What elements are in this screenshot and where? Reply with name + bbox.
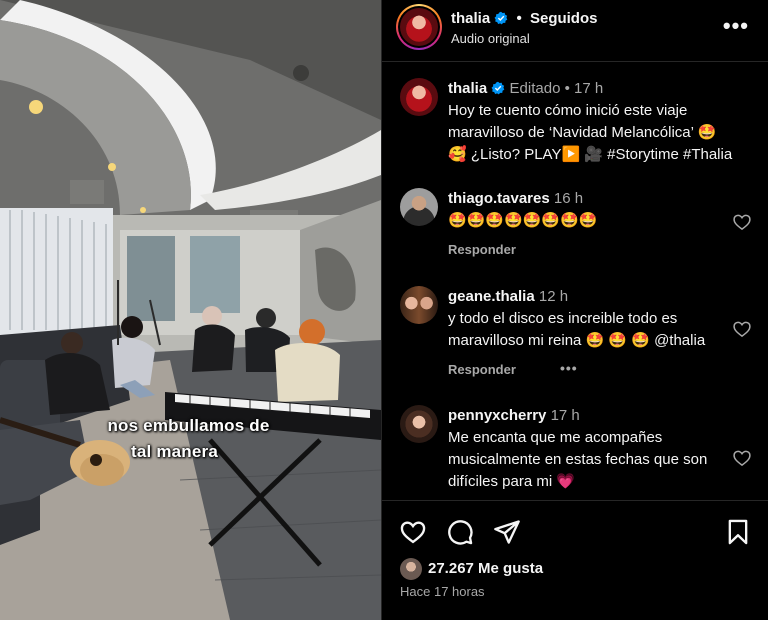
avatar[interactable] — [400, 188, 438, 226]
like-comment-heart-icon[interactable] — [732, 212, 752, 232]
caption-meta: thalia Editado • 17 h — [448, 78, 603, 100]
studio-scene-illustration — [0, 0, 381, 620]
post-video[interactable]: nos embullamos de tal manera — [0, 0, 381, 620]
like-comment-heart-icon[interactable] — [732, 448, 752, 468]
caption-separator: • — [564, 80, 570, 97]
comment-time[interactable]: 16 h — [554, 190, 583, 207]
story-ring[interactable] — [396, 4, 442, 50]
caption-text: Hoy te cuento cómo inició este viaje mar… — [448, 100, 748, 166]
more-options-icon[interactable]: ••• — [723, 15, 749, 37]
header-user-line: thalia • Seguidos — [451, 10, 597, 27]
comment-username[interactable]: geane.thalia — [448, 288, 535, 305]
verified-badge-icon — [494, 11, 508, 25]
comment-time[interactable]: 12 h — [539, 288, 568, 305]
like-heart-icon[interactable] — [399, 518, 427, 546]
share-paper-plane-icon[interactable] — [493, 518, 521, 546]
avatar[interactable] — [400, 78, 438, 116]
action-bar: 27.267 Me gusta Hace 17 horas — [382, 502, 768, 620]
like-comment-heart-icon[interactable] — [732, 319, 752, 339]
post-header: thalia • Seguidos Audio original ••• — [382, 0, 768, 62]
following-button[interactable]: Seguidos — [530, 10, 598, 27]
avatar[interactable] — [400, 286, 438, 324]
caption-line-3: 🥰 ¿Listo? PLAY▶️ 🎥 #Storytime #Thalia — [448, 146, 733, 163]
reply-button[interactable]: Responder — [448, 242, 516, 257]
comment-text: Me encanta que me acompañes musicalmente… — [448, 429, 708, 490]
comment-text: y todo el disco es increible todo es mar… — [448, 310, 706, 349]
avatar[interactable] — [400, 405, 438, 443]
comment-meta: pennyxcherry 17 h — [448, 405, 580, 427]
avatar — [400, 8, 438, 46]
edited-label: Editado — [509, 80, 561, 97]
caption-line-2: maravilloso de ‘Navidad Melancólica’ 🤩 — [448, 124, 717, 141]
reply-button[interactable]: Responder — [448, 362, 516, 377]
caption-line-1: Hoy te cuento cómo inició este viaje — [448, 102, 688, 119]
post-details-panel: thalia • Seguidos Audio original ••• tha… — [381, 0, 768, 620]
video-caption-line-1: nos embullamos de — [107, 416, 270, 435]
comment-meta: thiago.tavares 16 h — [448, 188, 583, 210]
comment-username[interactable]: thiago.tavares — [448, 190, 550, 207]
comment-text: 🤩🤩🤩🤩🤩🤩🤩🤩 — [448, 212, 598, 229]
audio-link[interactable]: Audio original — [451, 31, 530, 46]
avatar[interactable] — [400, 558, 422, 580]
video-caption-line-2: tal manera — [130, 442, 219, 461]
likes-count[interactable]: 27.267 Me gusta — [428, 560, 543, 577]
verified-badge-icon — [491, 81, 505, 95]
comment-username[interactable]: pennyxcherry — [448, 407, 546, 424]
save-bookmark-icon[interactable] — [724, 518, 752, 546]
header-username[interactable]: thalia — [451, 10, 490, 27]
comment-meta: geane.thalia 12 h — [448, 286, 568, 308]
header-separator: • — [516, 10, 522, 27]
post-timestamp[interactable]: Hace 17 horas — [400, 584, 485, 599]
comment-bubble-icon[interactable] — [446, 518, 474, 546]
comment-options-icon[interactable]: ••• — [560, 360, 578, 376]
comments-section[interactable]: thalia Editado • 17 h Hoy te cuento cómo… — [382, 62, 768, 501]
comment-time[interactable]: 17 h — [551, 407, 580, 424]
caption-username[interactable]: thalia — [448, 80, 487, 97]
caption-time[interactable]: 17 h — [574, 80, 603, 97]
